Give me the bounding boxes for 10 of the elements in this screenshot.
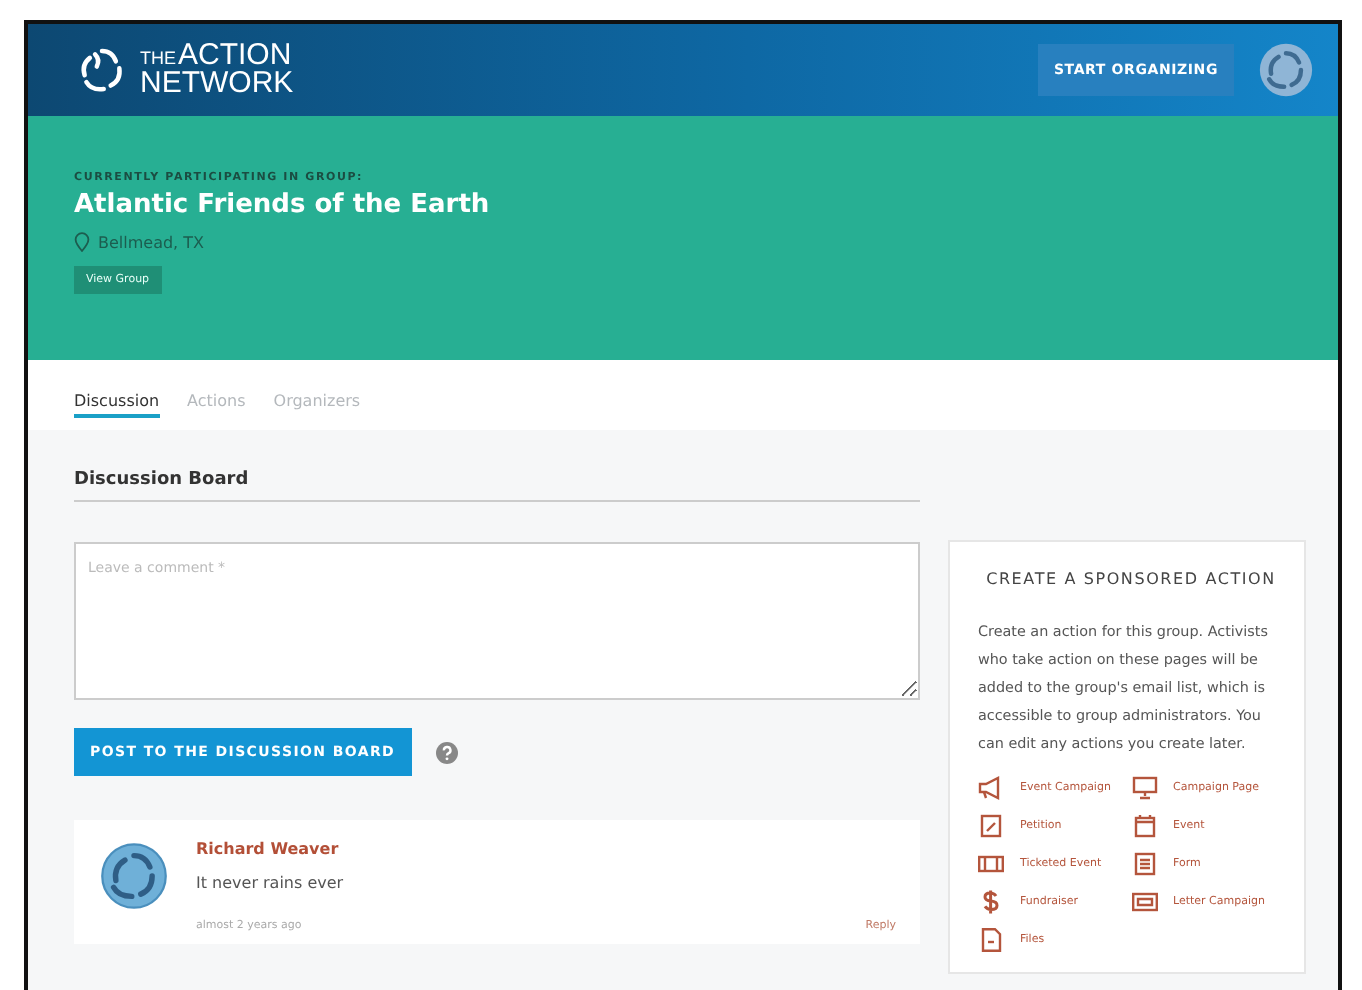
logo-text: NETWORK	[140, 70, 294, 99]
section-title: Discussion Board	[74, 470, 920, 502]
comment-text: It never rains ever	[196, 874, 346, 892]
comment-author[interactable]: Richard Weaver	[196, 840, 896, 858]
tab[interactable]: Discussion	[74, 392, 160, 418]
logo-text: THE	[140, 47, 176, 68]
group-location: Bellmead, TX	[98, 233, 205, 251]
logo-text: ACTION	[178, 37, 292, 72]
group-name: Atlantic Friends of the Earth	[74, 190, 492, 220]
card-title: CREATE A SPONSORED ACTION	[984, 570, 1278, 588]
